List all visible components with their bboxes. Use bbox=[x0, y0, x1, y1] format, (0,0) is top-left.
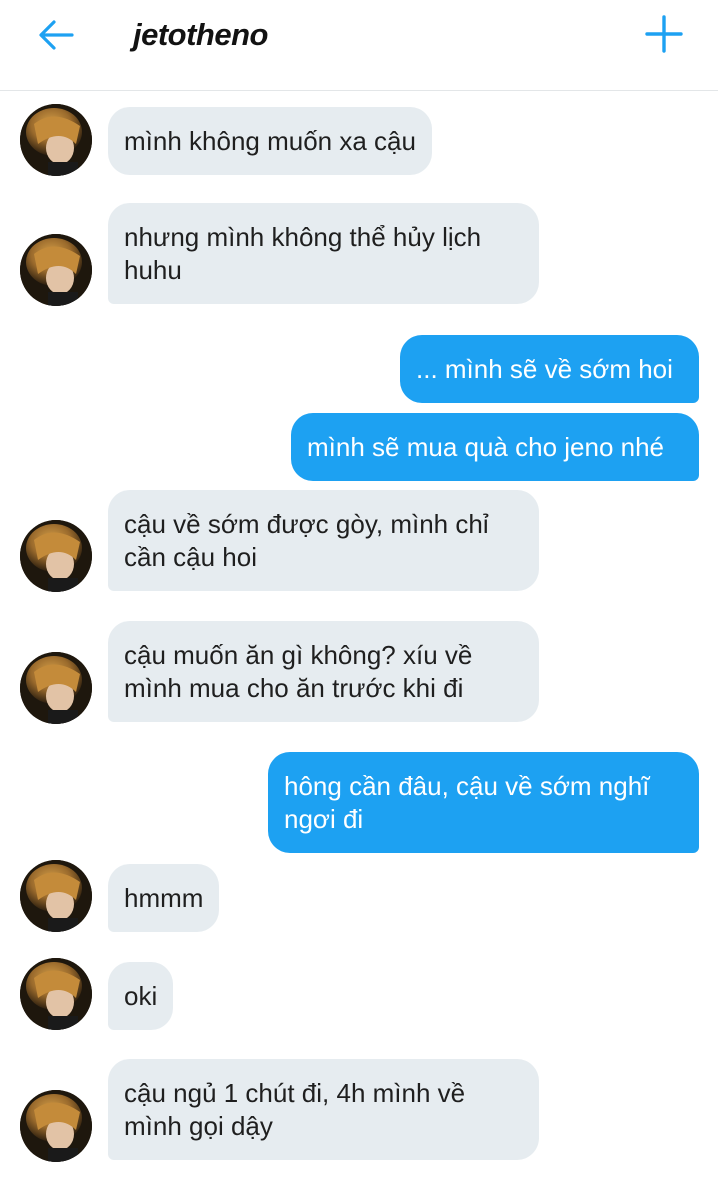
back-button[interactable] bbox=[36, 17, 76, 53]
avatar[interactable] bbox=[20, 958, 92, 1030]
avatar[interactable] bbox=[20, 234, 92, 306]
profile-photo bbox=[20, 958, 92, 1030]
chat-header: jetotheno bbox=[0, 0, 718, 91]
avatar[interactable] bbox=[20, 652, 92, 724]
add-button[interactable] bbox=[644, 14, 684, 54]
message-incoming[interactable]: nhưng mình không thể hủy lịch huhu bbox=[108, 203, 539, 304]
arrow-left-icon bbox=[39, 20, 74, 50]
message-incoming[interactable]: cậu về sớm được gòy, mình chỉ cần cậu ho… bbox=[108, 490, 539, 591]
plus-icon bbox=[645, 15, 683, 53]
message-incoming[interactable]: hmmm bbox=[108, 864, 220, 932]
profile-photo bbox=[20, 652, 92, 724]
message-incoming[interactable]: cậu muốn ăn gì không? xíu về mình mua ch… bbox=[108, 621, 539, 722]
message-outgoing[interactable]: mình sẽ mua quà cho jeno nhé bbox=[291, 413, 699, 481]
avatar[interactable] bbox=[20, 1090, 92, 1162]
profile-photo bbox=[20, 104, 92, 176]
avatar[interactable] bbox=[20, 520, 92, 592]
message-incoming[interactable]: cậu ngủ 1 chút đi, 4h mình về mình gọi d… bbox=[108, 1059, 539, 1160]
message-incoming[interactable]: oki bbox=[108, 962, 174, 1030]
message-outgoing[interactable]: ... mình sẽ về sớm hoi bbox=[400, 335, 699, 403]
conversation-title: jetotheno bbox=[133, 17, 269, 52]
avatar[interactable] bbox=[20, 104, 92, 176]
profile-photo bbox=[20, 520, 92, 592]
message-outgoing[interactable]: hông cần đâu, cậu về sớm nghĩ ngơi đi bbox=[268, 752, 699, 853]
profile-photo bbox=[20, 234, 92, 306]
avatar[interactable] bbox=[20, 860, 92, 932]
message-incoming[interactable]: mình không muốn xa cậu bbox=[108, 107, 432, 175]
profile-photo bbox=[20, 1090, 92, 1162]
profile-photo bbox=[20, 860, 92, 932]
